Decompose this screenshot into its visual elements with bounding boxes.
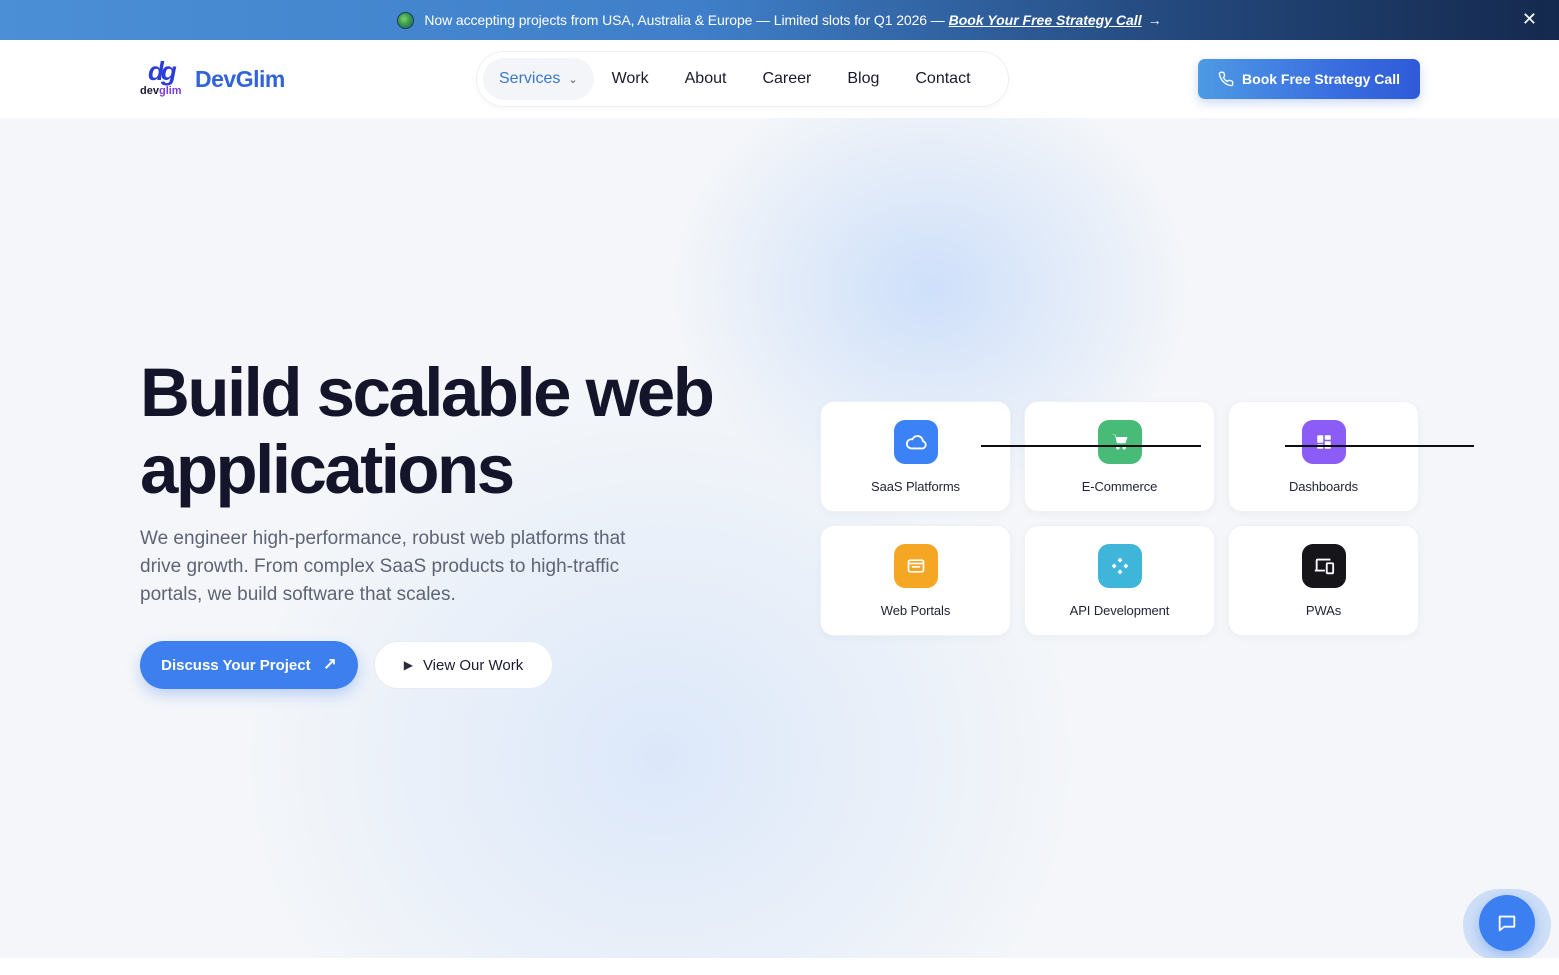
site-header: dg devglim DevGlim Services ⌄ Work About… <box>0 40 1559 118</box>
logo-mark-icon: dg devglim <box>140 56 185 100</box>
view-work-button[interactable]: ▶ View Our Work <box>374 641 553 689</box>
service-card-dashboards[interactable]: Dashboards <box>1228 401 1419 512</box>
cart-icon <box>1097 420 1142 464</box>
logo-monogram: dg <box>148 56 177 86</box>
chevron-down-icon: ⌄ <box>568 73 578 86</box>
nav-item-label: About <box>684 70 727 87</box>
service-card-ecommerce[interactable]: E-Commerce <box>1024 401 1215 512</box>
nav-item-contact[interactable]: Contact <box>897 58 988 100</box>
logo[interactable]: dg devglim DevGlim <box>140 56 285 100</box>
close-icon[interactable]: ✕ <box>1522 10 1537 28</box>
service-card-web-portals[interactable]: Web Portals <box>820 525 1011 636</box>
footer-band <box>0 958 1559 975</box>
nav-item-blog[interactable]: Blog <box>829 58 897 100</box>
service-card-saas[interactable]: SaaS Platforms <box>820 401 1011 512</box>
service-label: API Development <box>1069 603 1170 618</box>
book-strategy-call-button[interactable]: Book Free Strategy Call <box>1198 59 1420 99</box>
globe-icon <box>397 11 415 29</box>
nav-item-label: Blog <box>847 70 880 87</box>
browser-window-icon <box>893 544 938 588</box>
nav-item-services[interactable]: Services ⌄ <box>483 58 594 100</box>
service-card-api[interactable]: API Development <box>1024 525 1215 636</box>
announcement-bar: Now accepting projects from USA, Austral… <box>0 0 1559 40</box>
announcement-message: Now accepting projects from USA, Austral… <box>424 12 945 28</box>
nav-item-work[interactable]: Work <box>594 58 667 100</box>
play-icon: ▶ <box>403 658 413 672</box>
service-label: PWAs <box>1305 603 1342 618</box>
devices-icon <box>1301 544 1346 588</box>
arrow-up-right-icon: ↗ <box>322 655 337 674</box>
dashboard-icon <box>1301 420 1346 464</box>
logo-subtext-suffix: glim <box>158 85 182 97</box>
nav-item-label: Contact <box>915 70 971 87</box>
brand-name: DevGlim <box>195 65 285 92</box>
service-label: Dashboards <box>1288 479 1359 494</box>
service-label: Web Portals <box>880 603 951 618</box>
service-card-pwas[interactable]: PWAs <box>1228 525 1419 636</box>
hero-description: We engineer high-performance, robust web… <box>140 528 626 605</box>
api-nodes-icon <box>1097 544 1142 588</box>
nav-item-label: Career <box>762 70 812 87</box>
arrow-right-icon: → <box>1147 12 1162 28</box>
service-label: E-Commerce <box>1081 479 1158 494</box>
cloud-icon <box>893 420 938 464</box>
discuss-project-button[interactable]: Discuss Your Project ↗ <box>140 641 358 689</box>
nav-item-label: Services <box>499 70 561 87</box>
phone-icon <box>1218 71 1234 87</box>
logo-subtext: devglim <box>140 85 182 97</box>
nav-item-about[interactable]: About <box>667 58 745 100</box>
hero-title-line1: Build scalable web <box>140 354 715 431</box>
view-work-label: View Our Work <box>422 656 524 674</box>
nav-item-label: Work <box>611 70 649 87</box>
service-label: SaaS Platforms <box>871 479 960 494</box>
chat-bubble-icon <box>1498 915 1516 932</box>
nav-item-career[interactable]: Career <box>744 58 829 100</box>
announcement-cta-link[interactable]: Book Your Free Strategy Call <box>949 12 1142 28</box>
chat-button[interactable] <box>1479 895 1535 951</box>
hero-title-line2: applications <box>140 431 515 508</box>
main-nav: Services ⌄ Work About Career Blog Contac… <box>477 52 1008 106</box>
strike-line <box>981 445 1201 447</box>
strike-line <box>1285 445 1474 447</box>
logo-subtext-prefix: dev <box>140 85 159 97</box>
book-strategy-call-label: Book Free Strategy Call <box>1242 71 1400 87</box>
discuss-project-label: Discuss Your Project <box>161 656 311 674</box>
hero-title: Build scalable web applications <box>140 354 800 508</box>
